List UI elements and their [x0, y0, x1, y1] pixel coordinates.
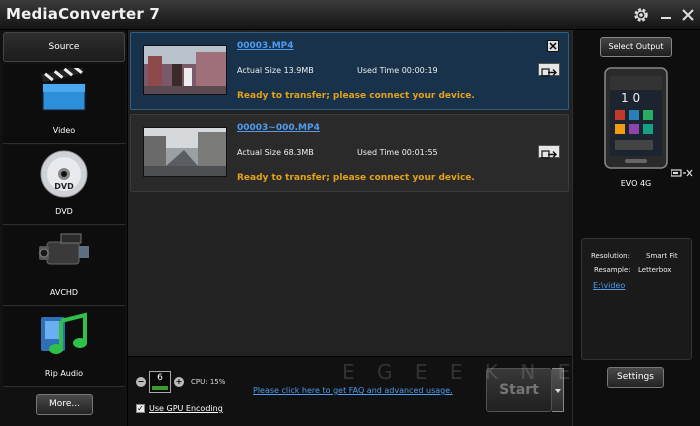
- output-path-link[interactable]: E:\video: [593, 281, 625, 290]
- remove-task-button[interactable]: [547, 40, 559, 52]
- source-item-video[interactable]: Video: [3, 64, 125, 144]
- resample-value: Letterbox: [638, 266, 672, 274]
- source-item-label: DVD: [55, 207, 73, 216]
- source-sidebar: Source Video DVD DVD AVCHD Rip Audio Mor…: [0, 30, 128, 426]
- video-thumbnail: [143, 127, 227, 177]
- source-item-label: Rip Audio: [44, 369, 84, 378]
- resample-label: Resample:: [594, 266, 631, 274]
- cpu-cores-value: 6: [157, 373, 163, 383]
- task-status: Ready to transfer; please connect your d…: [237, 173, 475, 183]
- source-header: Source: [3, 32, 125, 62]
- select-output-button[interactable]: Select Output: [600, 37, 672, 57]
- svg-text:1 0: 1 0: [621, 91, 640, 105]
- camcorder-icon: [39, 233, 89, 265]
- window-controls: [632, 6, 694, 24]
- close-icon: [682, 9, 694, 21]
- clapperboard-icon: [41, 68, 86, 111]
- disconnected-plug-icon: [671, 169, 693, 177]
- source-item-rip-audio[interactable]: Rip Audio: [3, 307, 125, 387]
- task-filename-link[interactable]: 00003~000.MP4: [237, 123, 320, 133]
- task-list: 00003.MP4 Actual Size 13.9MB Used Time 0…: [128, 30, 572, 356]
- gpu-encoding-checkbox[interactable]: ✓: [136, 404, 145, 413]
- task-row[interactable]: 00003~000.MP4 Actual Size 68.3MB Used Ti…: [130, 114, 569, 192]
- task-status: Ready to transfer; please connect your d…: [237, 91, 475, 101]
- resolution-value: Smart Fit: [646, 252, 678, 260]
- task-used-time: Used Time 00:00:19: [357, 66, 438, 75]
- device-name: EVO 4G: [620, 179, 652, 188]
- gear-icon[interactable]: [632, 6, 650, 24]
- svg-text:DVD: DVD: [54, 182, 74, 191]
- decrease-cores-button[interactable]: −: [136, 377, 146, 387]
- task-row[interactable]: 00003.MP4 Actual Size 13.9MB Used Time 0…: [130, 32, 569, 110]
- dvd-disc-icon: DVD: [40, 150, 88, 198]
- minimize-button[interactable]: [660, 8, 672, 22]
- transfer-button[interactable]: [538, 63, 560, 77]
- output-panel: Select Output 1 0 EVO 4G Resolution: Sma…: [572, 30, 700, 426]
- task-filename-link[interactable]: 00003.MP4: [237, 41, 294, 51]
- gpu-encoding-label: Use GPU Encoding: [149, 404, 223, 413]
- source-item-avchd[interactable]: AVCHD: [3, 226, 125, 306]
- gpu-encoding-option[interactable]: ✓ Use GPU Encoding: [136, 404, 223, 413]
- more-button[interactable]: More...: [36, 394, 93, 415]
- close-icon: [549, 42, 557, 50]
- increase-cores-button[interactable]: +: [174, 377, 184, 387]
- output-info-box: Resolution: Smart Fit Resample: Letterbo…: [581, 238, 692, 360]
- cpu-usage-label: CPU: 15%: [191, 378, 226, 386]
- settings-button[interactable]: Settings: [607, 367, 664, 388]
- phone-device-icon: 1 0: [604, 67, 668, 169]
- task-used-time: Used Time 00:01:55: [357, 148, 438, 157]
- cpu-usage-bar: [152, 386, 168, 390]
- app-title: MediaConverter 7: [6, 5, 161, 23]
- task-size: Actual Size 13.9MB: [237, 66, 314, 75]
- source-item-label: Video: [52, 126, 76, 135]
- video-thumbnail: [143, 45, 227, 95]
- source-item-label: AVCHD: [49, 288, 79, 297]
- transfer-button[interactable]: [538, 145, 560, 159]
- resolution-label: Resolution:: [591, 252, 630, 260]
- music-note-icon: [41, 312, 87, 354]
- cpu-cores-display: 6: [149, 371, 171, 393]
- cpu-core-control: − 6 + CPU: 15%: [136, 371, 225, 393]
- source-item-dvd[interactable]: DVD DVD: [3, 145, 125, 225]
- close-button[interactable]: [682, 8, 694, 22]
- transfer-icon: [541, 68, 557, 77]
- transfer-icon: [541, 150, 557, 159]
- faq-link[interactable]: Please click here to get FAQ and advance…: [253, 386, 453, 395]
- title-bar: MediaConverter 7: [0, 0, 700, 30]
- task-size: Actual Size 68.3MB: [237, 148, 314, 157]
